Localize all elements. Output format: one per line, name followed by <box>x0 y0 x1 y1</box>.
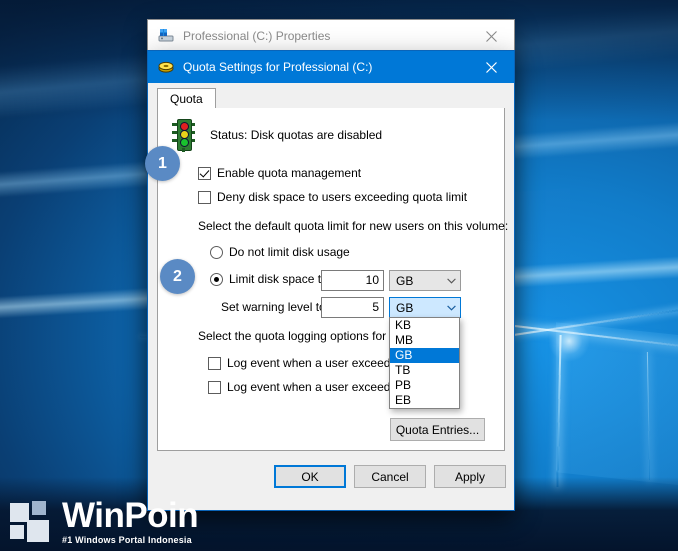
logo-square-2 <box>32 501 46 515</box>
close-icon[interactable] <box>469 52 514 83</box>
winpoin-wordmark: WinPoin #1 Windows Portal Indonesia <box>62 496 199 545</box>
deny-disk-space-label: Deny disk space to users exceeding quota… <box>217 190 468 204</box>
warning-level-input[interactable]: 5 <box>321 297 384 318</box>
checkbox-box[interactable] <box>208 380 221 394</box>
quota-disk-icon <box>158 59 174 75</box>
unit-option-kb[interactable]: KB <box>390 318 459 333</box>
unit-dropdown-list[interactable]: KB MB GB TB PB EB <box>389 317 460 409</box>
quota-cancel-button[interactable]: Cancel <box>354 465 426 488</box>
unit-option-pb[interactable]: PB <box>390 378 459 393</box>
warning-unit-value: GB <box>396 300 414 315</box>
warning-unit-combobox[interactable]: GB <box>389 297 461 318</box>
unit-option-tb[interactable]: TB <box>390 363 459 378</box>
unit-option-gb[interactable]: GB <box>390 348 459 363</box>
drive-icon <box>158 28 174 44</box>
winpoin-title: WinPoin <box>62 496 199 535</box>
traffic-light-icon <box>172 118 196 152</box>
radio-circle[interactable] <box>210 272 223 286</box>
checkbox-box[interactable] <box>198 190 211 204</box>
quota-settings-titlebar[interactable]: Quota Settings for Professional (C:) <box>148 51 514 83</box>
checkbox-box[interactable] <box>198 166 211 180</box>
chevron-down-icon[interactable] <box>442 278 460 284</box>
drive-properties-titlebar[interactable]: Professional (C:) Properties <box>148 20 514 52</box>
winpoin-logo-mark <box>10 501 56 545</box>
winpoin-subtitle: #1 Windows Portal Indonesia <box>62 535 192 545</box>
do-not-limit-radio[interactable]: Do not limit disk usage <box>210 245 350 259</box>
deny-disk-space-checkbox[interactable]: Deny disk space to users exceeding quota… <box>198 190 467 204</box>
do-not-limit-label: Do not limit disk usage <box>229 245 350 259</box>
tabstrip: Quota <box>157 88 505 109</box>
quota-apply-button[interactable]: Apply <box>434 465 506 488</box>
quota-status-text: Status: Disk quotas are disabled <box>210 128 383 142</box>
logo-square-3 <box>10 525 24 539</box>
enable-quota-management-checkbox[interactable]: Enable quota management <box>198 166 361 180</box>
logo-square-4 <box>27 520 49 542</box>
limit-unit-value: GB <box>396 273 414 288</box>
set-warning-level-label: Set warning level to <box>221 300 326 314</box>
close-icon[interactable] <box>469 21 514 52</box>
unit-option-mb[interactable]: MB <box>390 333 459 348</box>
drive-properties-title: Professional (C:) Properties <box>183 29 331 43</box>
limit-disk-space-input[interactable]: 10 <box>321 270 384 291</box>
quota-ok-button[interactable]: OK <box>274 465 346 488</box>
default-quota-limit-heading: Select the default quota limit for new u… <box>198 219 509 233</box>
enable-quota-management-label: Enable quota management <box>217 166 362 180</box>
limit-disk-space-label: Limit disk space to <box>229 272 328 286</box>
chevron-down-icon[interactable] <box>442 304 460 311</box>
winpoin-watermark: WinPoin #1 Windows Portal Indonesia <box>10 496 199 545</box>
step-badge-1: 1 <box>145 146 180 181</box>
quota-tab-page: Status: Disk quotas are disabled Enable … <box>157 108 509 451</box>
unit-option-eb[interactable]: EB <box>390 393 459 408</box>
tab-quota[interactable]: Quota <box>157 88 216 109</box>
quota-entries-button[interactable]: Quota Entries... <box>390 418 485 441</box>
checkbox-box[interactable] <box>208 356 221 370</box>
limit-disk-space-radio[interactable]: Limit disk space to <box>210 272 328 286</box>
quota-settings-window[interactable]: Quota Settings for Professional (C:) Quo… <box>148 51 514 510</box>
step-badge-2: 2 <box>160 259 195 294</box>
radio-circle[interactable] <box>210 245 223 259</box>
quota-settings-title: Quota Settings for Professional (C:) <box>183 60 373 74</box>
limit-unit-combobox[interactable]: GB <box>389 270 461 291</box>
quota-status-row: Status: Disk quotas are disabled <box>172 118 382 152</box>
